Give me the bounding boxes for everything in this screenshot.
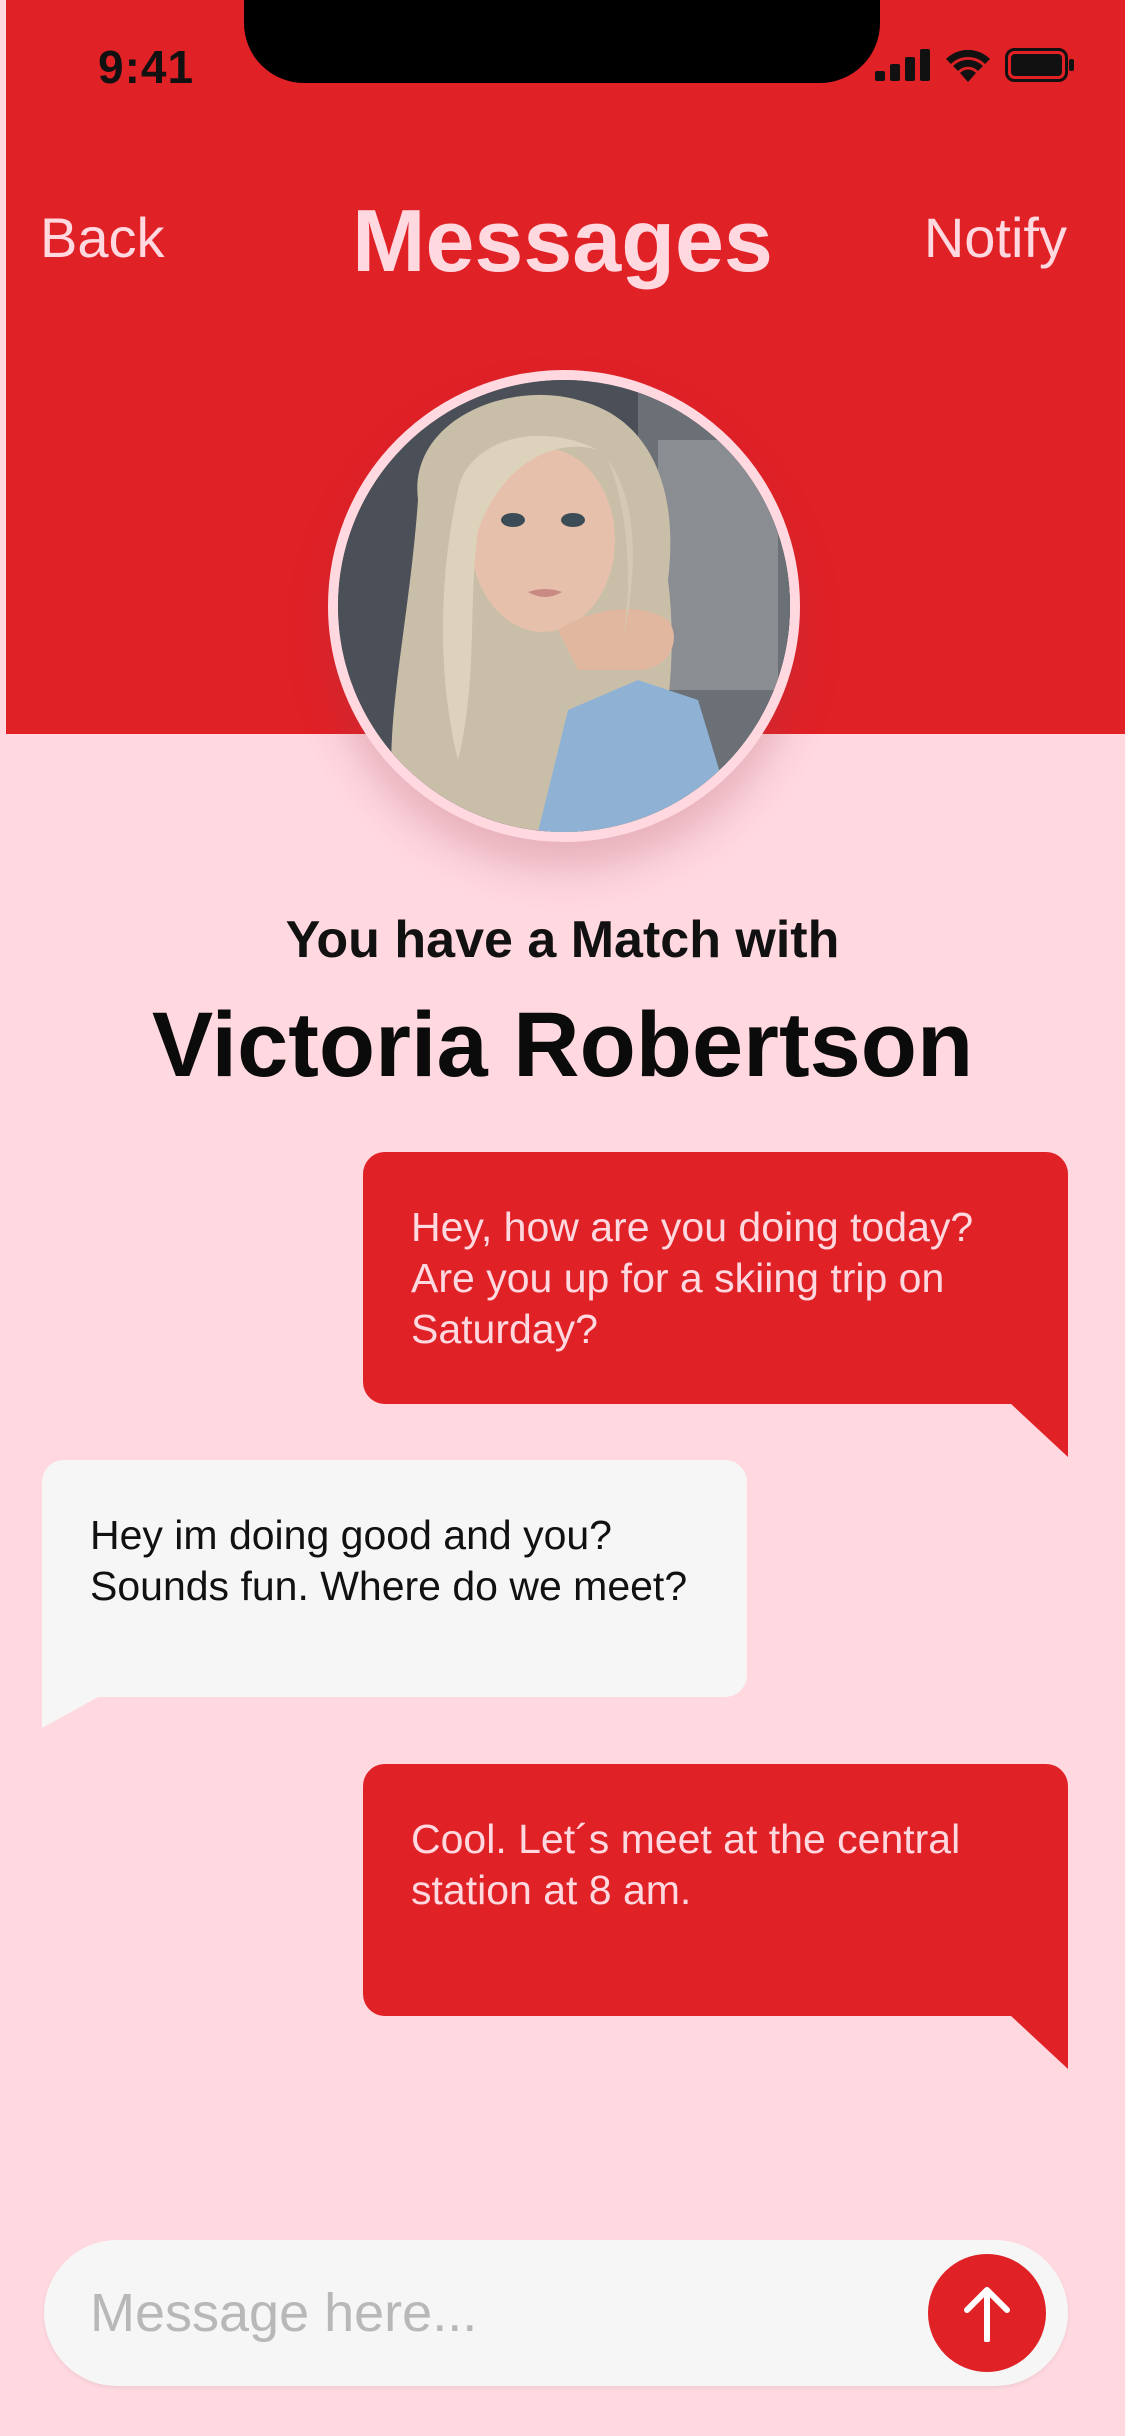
wifi-icon bbox=[946, 49, 990, 82]
match-name: Victoria Robertson bbox=[151, 994, 974, 1096]
notify-button[interactable]: Notify bbox=[924, 205, 1067, 270]
message-bubble-outgoing: Cool. Let´s meet at the central station … bbox=[363, 1764, 1068, 2016]
signal-icon bbox=[875, 49, 930, 81]
message-text: Cool. Let´s meet at the central station … bbox=[411, 1816, 961, 1913]
bubble-tail bbox=[1010, 2015, 1068, 2069]
match-avatar[interactable] bbox=[328, 370, 800, 842]
bubble-tail bbox=[1010, 1403, 1068, 1457]
arrow-up-icon bbox=[964, 2287, 1010, 2342]
message-composer bbox=[44, 2240, 1068, 2386]
message-input[interactable] bbox=[90, 2240, 910, 2386]
match-subtitle: You have a Match with bbox=[285, 911, 840, 969]
status-time: 9:41 bbox=[98, 41, 195, 93]
device-notch bbox=[244, 0, 880, 83]
bubble-tail bbox=[42, 1696, 100, 1728]
message-text: Hey im doing good and you? Sounds fun. W… bbox=[90, 1512, 688, 1609]
message-bubble-incoming: Hey im doing good and you? Sounds fun. W… bbox=[42, 1460, 747, 1697]
battery-icon bbox=[1005, 48, 1074, 82]
message-text: Hey, how are you doing today? Are you up… bbox=[411, 1204, 974, 1352]
send-button[interactable] bbox=[928, 2254, 1046, 2372]
status-icons bbox=[875, 48, 1075, 82]
message-bubble-outgoing: Hey, how are you doing today? Are you up… bbox=[363, 1152, 1068, 1404]
profile-photo bbox=[338, 380, 790, 832]
